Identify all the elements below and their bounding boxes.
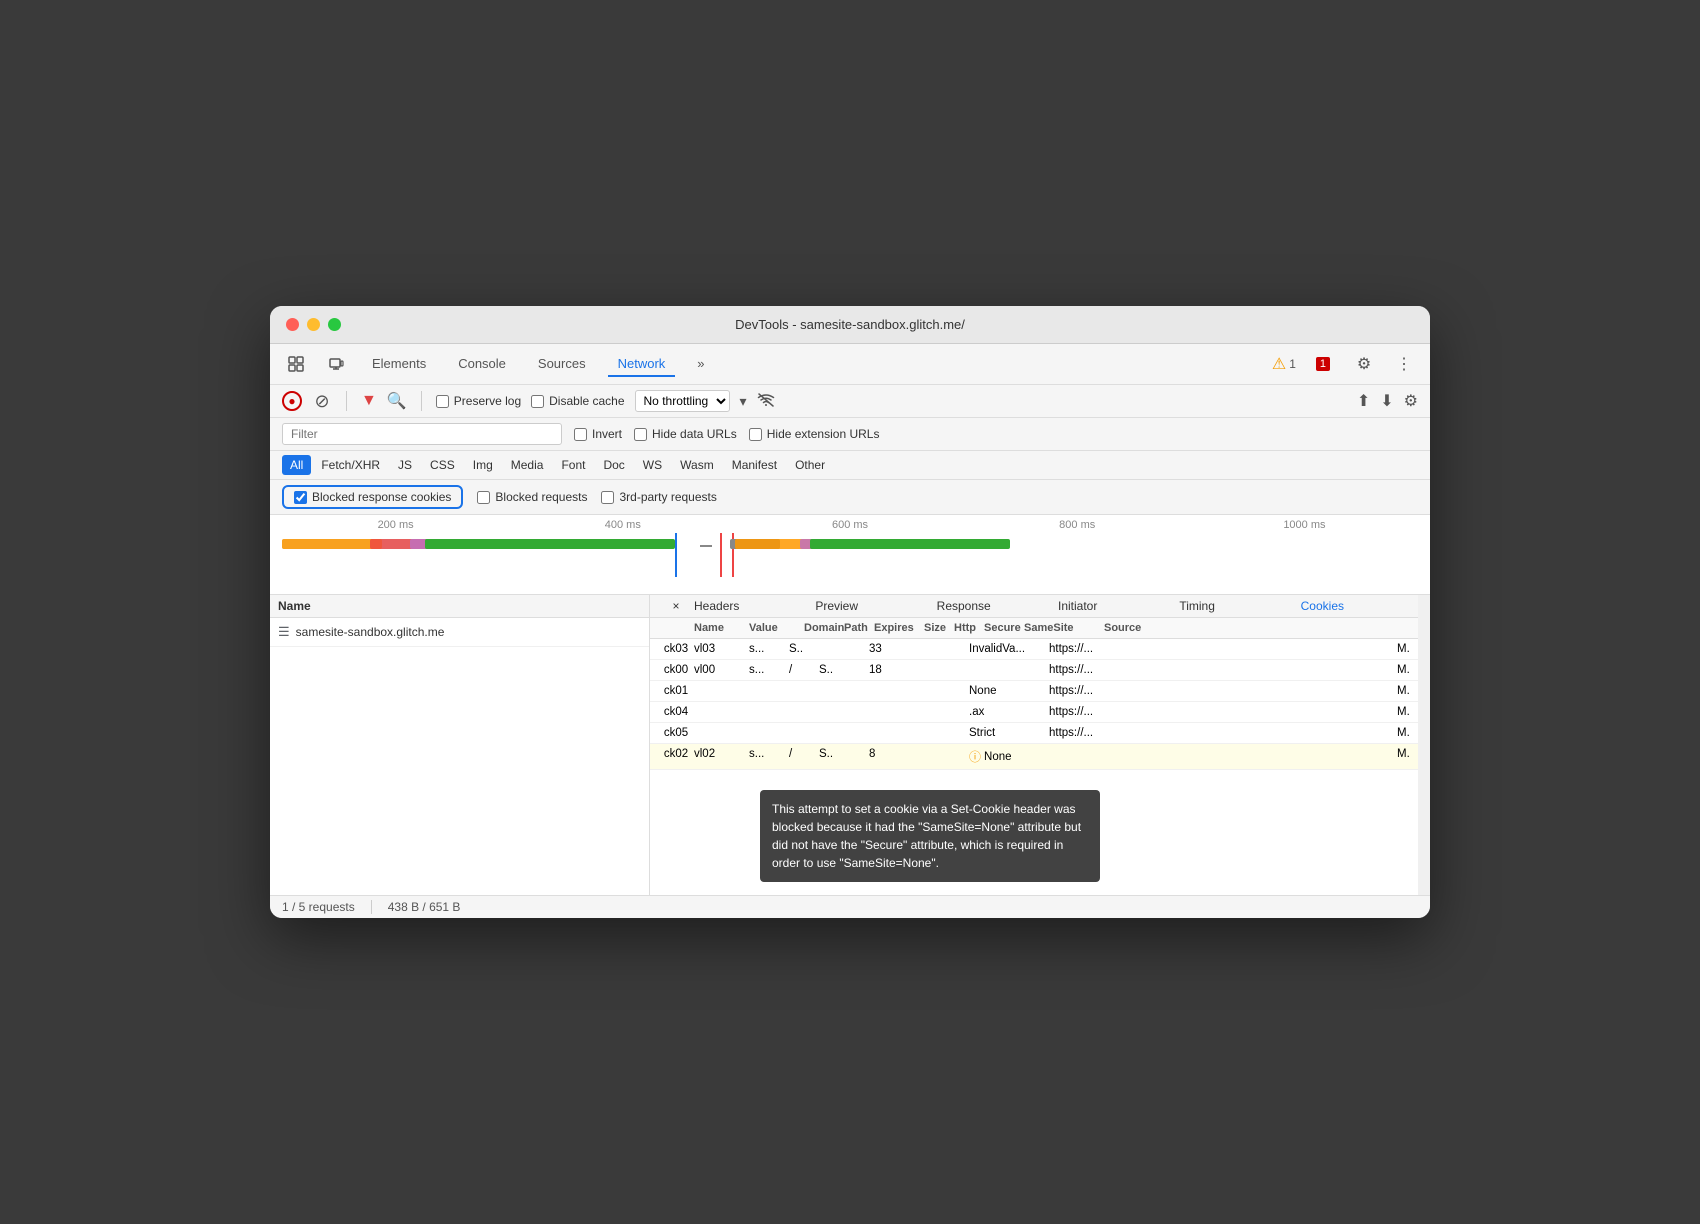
timeline-bars: [270, 531, 1430, 581]
timeline-label-800: 800 ms: [964, 519, 1191, 531]
col-x-header: ×: [658, 599, 694, 613]
left-panel: Name ☰ samesite-sandbox.glitch.me: [270, 595, 650, 895]
timeline-bar-green2: [810, 539, 1010, 549]
scrollbar[interactable]: [1418, 595, 1430, 895]
cookie-row-5[interactable]: ck05 Strict https://... M.: [650, 723, 1430, 744]
tab-network[interactable]: Network: [608, 352, 676, 377]
timeline-bar-orange: [282, 539, 382, 549]
timeline-area: 200 ms 400 ms 600 ms 800 ms 1000 ms: [270, 515, 1430, 595]
search-icon[interactable]: 🔍: [387, 391, 407, 411]
filter-input[interactable]: [282, 423, 562, 445]
disable-cache-checkbox[interactable]: Disable cache: [531, 394, 624, 408]
type-btn-doc[interactable]: Doc: [595, 455, 632, 475]
invert-checkbox[interactable]: Invert: [574, 427, 622, 441]
info-icon: ⓘ: [969, 748, 981, 765]
timeline-labels: 200 ms 400 ms 600 ms 800 ms 1000 ms: [270, 515, 1430, 531]
status-bar: 1 / 5 requests 438 B / 651 B: [270, 895, 1430, 918]
col-timing-header: Timing: [1179, 599, 1300, 613]
minimize-button[interactable]: [307, 318, 320, 331]
title-bar: DevTools - samesite-sandbox.glitch.me/: [270, 306, 1430, 344]
devtools-window: DevTools - samesite-sandbox.glitch.me/ E…: [270, 306, 1430, 918]
import-icon[interactable]: ⬇: [1380, 391, 1393, 411]
filter-options: Invert Hide data URLs Hide extension URL…: [574, 427, 879, 441]
type-btn-js[interactable]: JS: [390, 455, 420, 475]
wifi-icon: [757, 393, 775, 410]
name-column-header: Name: [270, 595, 649, 618]
network-toolbar: ● ⊘ ▼ 🔍 Preserve log Disable cache No th…: [270, 385, 1430, 418]
document-icon: ☰: [278, 624, 290, 640]
timeline-label-400: 400 ms: [509, 519, 736, 531]
timeline-label-1000: 1000 ms: [1191, 519, 1418, 531]
throttle-select[interactable]: No throttling: [635, 390, 730, 412]
type-btn-fetch-xhr[interactable]: Fetch/XHR: [313, 455, 388, 475]
col-preview-header: Preview: [815, 599, 936, 613]
type-btn-other[interactable]: Other: [787, 455, 833, 475]
tab-sources[interactable]: Sources: [528, 352, 596, 377]
hide-extension-urls-checkbox[interactable]: Hide extension URLs: [749, 427, 880, 441]
window-title: DevTools - samesite-sandbox.glitch.me/: [735, 317, 965, 332]
tab-console[interactable]: Console: [448, 352, 516, 377]
third-party-checkbox[interactable]: 3rd-party requests: [601, 490, 716, 504]
cookie-row-6[interactable]: ck02 vl02 s... / S.. 8 ⓘNone M.: [650, 744, 1430, 770]
col-initiator-header: Initiator: [1058, 599, 1179, 613]
device-toggle-icon[interactable]: [322, 350, 350, 378]
cookie-row-3[interactable]: ck01 None https://... M.: [650, 681, 1430, 702]
timeline-marker-blue: [675, 533, 677, 577]
type-btn-font[interactable]: Font: [553, 455, 593, 475]
blocked-requests-checkbox[interactable]: Blocked requests: [477, 490, 587, 504]
main-content: Name ☰ samesite-sandbox.glitch.me × Head…: [270, 595, 1430, 895]
type-btn-css[interactable]: CSS: [422, 455, 463, 475]
col-response-header: Response: [937, 599, 1058, 613]
tab-elements[interactable]: Elements: [362, 352, 436, 377]
timeline-label-200: 200 ms: [282, 519, 509, 531]
error-badge: 1: [1316, 357, 1330, 371]
cookie-tooltip: This attempt to set a cookie via a Set-C…: [760, 790, 1100, 882]
type-btn-img[interactable]: Img: [465, 455, 501, 475]
warning-badge: ⚠ 1: [1272, 354, 1296, 374]
export-icon[interactable]: ⬆: [1357, 391, 1370, 411]
stop-recording-button[interactable]: ●: [282, 391, 302, 411]
blocked-cookies-checkbox[interactable]: Blocked response cookies: [282, 485, 463, 509]
settings-gear-icon[interactable]: ⚙: [1350, 350, 1378, 378]
inspect-icon[interactable]: [282, 350, 310, 378]
throttle-dropdown-icon: ▾: [740, 393, 747, 410]
close-button[interactable]: [286, 318, 299, 331]
request-name: samesite-sandbox.glitch.me: [296, 625, 445, 639]
tab-more[interactable]: »: [687, 352, 714, 377]
network-settings-icon[interactable]: ⚙: [1404, 391, 1418, 411]
requests-count: 1 / 5 requests: [282, 900, 355, 914]
filter-row: Invert Hide data URLs Hide extension URL…: [270, 418, 1430, 451]
type-btn-wasm[interactable]: Wasm: [672, 455, 722, 475]
timeline-bar-green: [425, 539, 675, 549]
col-headers-header: Headers: [694, 599, 815, 613]
filter-icon[interactable]: ▼: [361, 392, 377, 410]
preserve-log-checkbox[interactable]: Preserve log: [436, 394, 521, 408]
clear-button[interactable]: ⊘: [312, 391, 332, 411]
hide-data-urls-checkbox[interactable]: Hide data URLs: [634, 427, 737, 441]
timeline-label-600: 600 ms: [736, 519, 963, 531]
tab-bar: Elements Console Sources Network » ⚠ 1 1…: [270, 344, 1430, 385]
request-row[interactable]: ☰ samesite-sandbox.glitch.me: [270, 618, 649, 647]
transfer-size: 438 B / 651 B: [388, 900, 461, 914]
cookie-row-2[interactable]: ck00 vl00 s... / S.. 18 https://... M.: [650, 660, 1430, 681]
type-btn-ws[interactable]: WS: [635, 455, 670, 475]
timeline-marker-red1: [720, 533, 722, 577]
right-panel-header: × Headers Preview Response Initiator Tim…: [650, 595, 1430, 618]
col-cookies-header: Cookies: [1301, 599, 1422, 613]
timeline-dash: [700, 545, 712, 547]
cookie-row-1[interactable]: ck03 vl03 s... S.. 33 InvalidVa... https…: [650, 639, 1430, 660]
type-filter-row: All Fetch/XHR JS CSS Img Media Font Doc …: [270, 451, 1430, 480]
type-btn-media[interactable]: Media: [503, 455, 552, 475]
type-btn-manifest[interactable]: Manifest: [724, 455, 785, 475]
cookie-row-4[interactable]: ck04 .ax https://... M.: [650, 702, 1430, 723]
more-options-icon[interactable]: ⋮: [1390, 350, 1418, 378]
maximize-button[interactable]: [328, 318, 341, 331]
blocked-filter-row: Blocked response cookies Blocked request…: [270, 480, 1430, 515]
type-btn-all[interactable]: All: [282, 455, 311, 475]
